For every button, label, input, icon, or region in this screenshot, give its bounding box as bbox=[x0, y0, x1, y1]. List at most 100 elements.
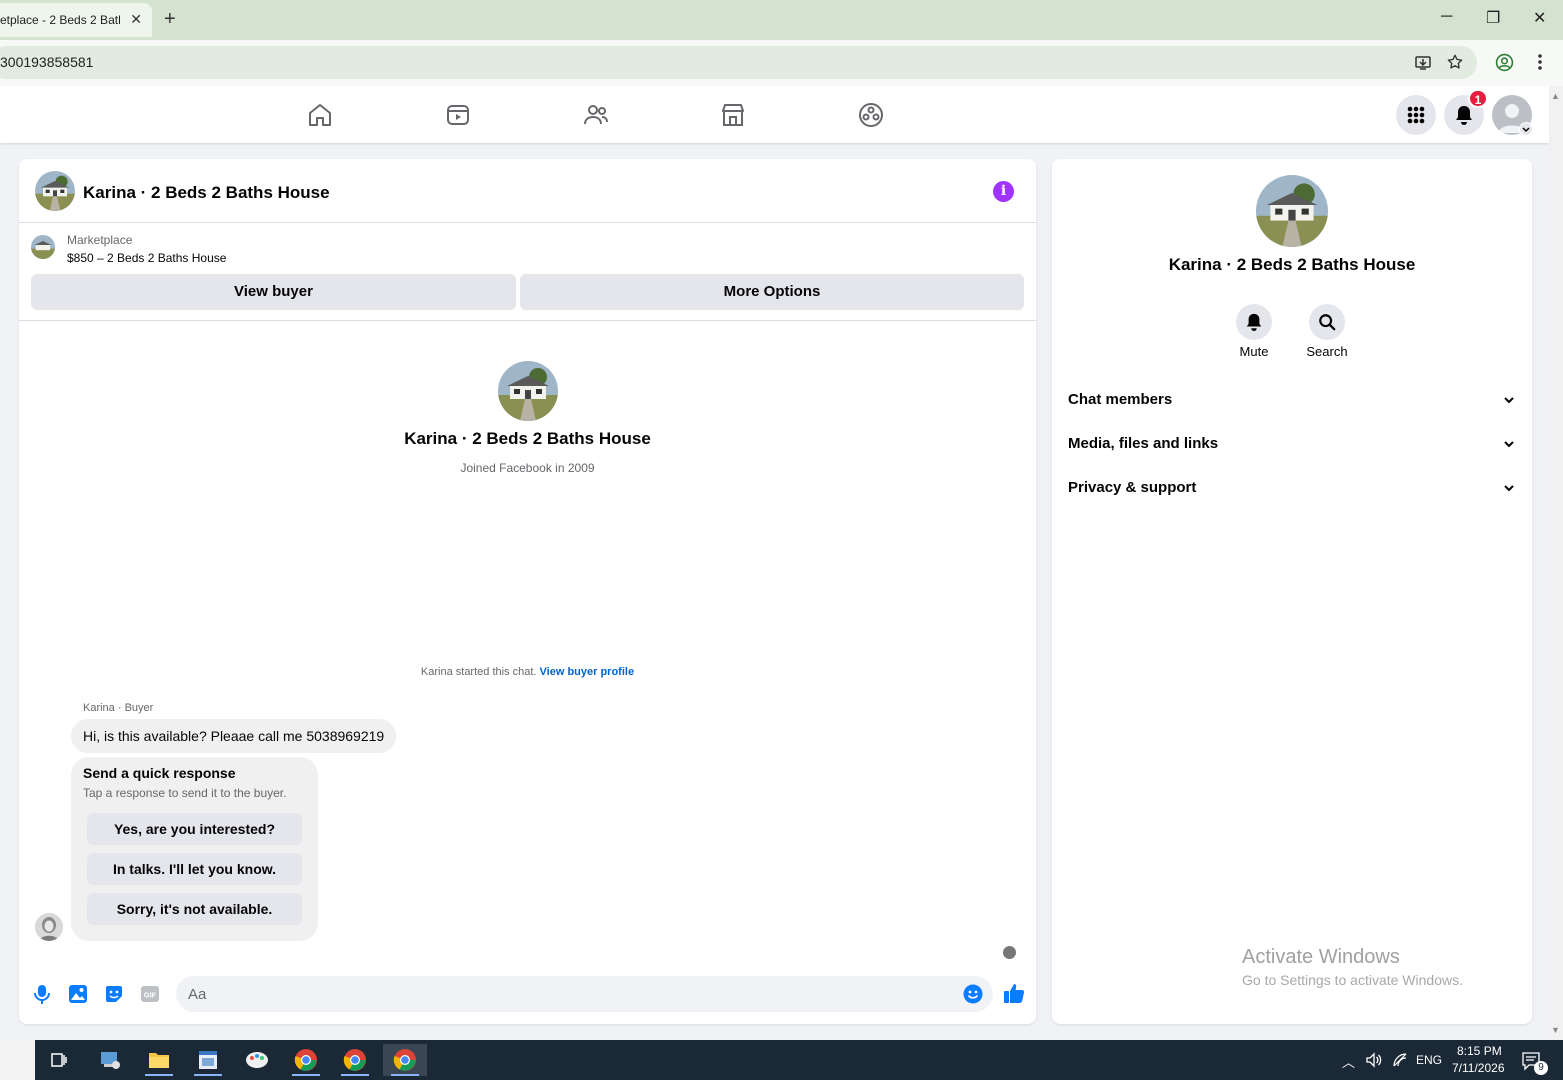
accordion-chat-members[interactable]: Chat members bbox=[1068, 391, 1516, 415]
seen-indicator-avatar bbox=[1003, 946, 1016, 959]
house-photo-icon bbox=[498, 361, 558, 421]
search-button[interactable] bbox=[1309, 304, 1345, 340]
home-icon[interactable] bbox=[306, 101, 334, 129]
activate-windows-subtitle: Go to Settings to activate Windows. bbox=[1242, 972, 1463, 988]
volume-icon[interactable] bbox=[1365, 1052, 1383, 1068]
groups-icon[interactable] bbox=[582, 101, 610, 129]
search-icon bbox=[1319, 314, 1336, 331]
house-photo-icon bbox=[35, 171, 75, 211]
watch-icon[interactable] bbox=[444, 101, 472, 129]
menu-icon[interactable] bbox=[1537, 53, 1543, 71]
taskbar-start-area[interactable] bbox=[0, 1040, 35, 1080]
buyer-photo-icon bbox=[35, 913, 63, 941]
chrome-icon[interactable] bbox=[288, 1044, 324, 1076]
running-indicator bbox=[292, 1074, 320, 1076]
gaming-icon[interactable] bbox=[857, 101, 885, 129]
scrollbar[interactable] bbox=[1549, 86, 1563, 1039]
apps-grid-icon bbox=[1407, 106, 1425, 124]
like-icon[interactable] bbox=[1002, 981, 1026, 1005]
restore-button[interactable]: ❐ bbox=[1486, 8, 1500, 28]
profile-icon[interactable] bbox=[1495, 53, 1514, 72]
chrome-icon[interactable] bbox=[337, 1044, 373, 1076]
message-input[interactable]: Aa bbox=[176, 976, 993, 1012]
running-indicator bbox=[145, 1074, 173, 1076]
new-tab-button[interactable]: + bbox=[164, 8, 176, 30]
app-window-icon[interactable] bbox=[190, 1044, 226, 1076]
listing-name[interactable]: $850 – 2 Beds 2 Baths House bbox=[67, 251, 226, 265]
chat-started-text: Karina started this chat. bbox=[420, 666, 540, 678]
url-text[interactable]: 300193858581 bbox=[0, 54, 93, 70]
chat-started-notice: Karina started this chat. View buyer pro… bbox=[19, 666, 1036, 678]
clock-time[interactable]: 8:15 PM bbox=[1457, 1044, 1502, 1058]
buyer-avatar[interactable] bbox=[35, 913, 63, 941]
side-avatar[interactable] bbox=[1256, 175, 1328, 247]
image-icon[interactable] bbox=[67, 983, 89, 1005]
info-icon[interactable]: i bbox=[993, 181, 1014, 202]
quick-response-option[interactable]: In talks. I'll let you know. bbox=[87, 853, 302, 885]
browser-tab[interactable]: etplace - 2 Beds 2 Bath ✕ bbox=[0, 3, 152, 37]
intro-joined: Joined Facebook in 2009 bbox=[460, 461, 595, 475]
chevron-down-icon bbox=[1504, 485, 1514, 492]
mute-button[interactable] bbox=[1236, 304, 1272, 340]
account-chevron-icon[interactable] bbox=[1519, 122, 1533, 136]
running-indicator bbox=[194, 1074, 222, 1076]
network-icon[interactable] bbox=[1392, 1052, 1408, 1068]
clock-date[interactable]: 7/11/2026 bbox=[1452, 1061, 1505, 1075]
bell-icon bbox=[1456, 106, 1472, 125]
app-icon[interactable] bbox=[92, 1044, 128, 1076]
minimize-button[interactable]: ─ bbox=[1441, 8, 1452, 26]
language-indicator[interactable]: ENG bbox=[1416, 1053, 1442, 1067]
view-buyer-profile-link[interactable]: View buyer profile bbox=[540, 666, 635, 678]
scroll-up-icon[interactable]: ▲ bbox=[1551, 91, 1560, 101]
listing-category: Marketplace bbox=[67, 233, 133, 247]
more-options-button[interactable]: More Options bbox=[520, 274, 1024, 310]
view-buyer-button[interactable]: View buyer bbox=[31, 274, 516, 310]
house-photo-icon bbox=[31, 235, 55, 259]
chat-panel: Karina · 2 Beds 2 Baths House i Marketpl… bbox=[19, 159, 1036, 1024]
running-indicator bbox=[391, 1074, 419, 1076]
apps-grid-button[interactable] bbox=[1396, 95, 1436, 135]
sticker-icon[interactable] bbox=[103, 983, 125, 1005]
star-icon[interactable] bbox=[1446, 53, 1464, 71]
chat-header: Karina · 2 Beds 2 Baths House i bbox=[19, 159, 1036, 223]
conversation-details-panel: Karina · 2 Beds 2 Baths House Mute Searc… bbox=[1052, 159, 1532, 1024]
listing-thumbnail[interactable] bbox=[31, 235, 55, 259]
mute-label: Mute bbox=[1239, 344, 1269, 359]
marketplace-icon[interactable] bbox=[719, 101, 747, 129]
browser-tab-bar: etplace - 2 Beds 2 Bath ✕ + ─ ❐ ✕ bbox=[0, 0, 1563, 40]
facebook-top-nav bbox=[0, 86, 1549, 143]
file-explorer-icon[interactable] bbox=[141, 1044, 177, 1076]
microphone-icon[interactable] bbox=[31, 983, 53, 1005]
chrome-icon[interactable] bbox=[383, 1044, 427, 1076]
chevron-down-icon bbox=[1504, 397, 1514, 404]
gif-label: GIF bbox=[144, 991, 157, 1000]
tray-chevron-up-icon[interactable]: ︿ bbox=[1342, 1052, 1355, 1071]
message-bubble[interactable]: Hi, is this available? Pleaae call me 50… bbox=[71, 719, 397, 753]
address-bar-row: 300193858581 bbox=[0, 40, 1563, 86]
search-label: Search bbox=[1306, 344, 1348, 359]
emoji-icon[interactable] bbox=[963, 984, 983, 1004]
tab-title: etplace - 2 Beds 2 Bath bbox=[0, 13, 120, 27]
chat-title: Karina · 2 Beds 2 Baths House bbox=[83, 183, 330, 202]
house-photo-icon bbox=[1256, 175, 1328, 247]
task-view-icon[interactable] bbox=[41, 1044, 77, 1076]
tab-close-icon[interactable]: ✕ bbox=[130, 11, 142, 28]
accordion-label: Privacy & support bbox=[1068, 479, 1197, 496]
chevron-down-icon bbox=[1504, 441, 1514, 448]
bell-icon bbox=[1246, 313, 1262, 331]
accordion-media-files-links[interactable]: Media, files and links bbox=[1068, 435, 1516, 459]
message-input-placeholder: Aa bbox=[188, 986, 207, 1003]
running-indicator bbox=[341, 1074, 369, 1076]
quick-response-option[interactable]: Yes, are you interested? bbox=[87, 813, 302, 845]
intro-name: Karina · 2 Beds 2 Baths House bbox=[404, 429, 651, 448]
close-window-button[interactable]: ✕ bbox=[1533, 8, 1546, 28]
chat-avatar[interactable] bbox=[35, 171, 75, 211]
omnibox[interactable]: 300193858581 bbox=[0, 46, 1477, 79]
install-icon[interactable] bbox=[1414, 54, 1432, 72]
quick-response-card: Send a quick response Tap a response to … bbox=[71, 757, 318, 941]
gif-icon[interactable]: GIF bbox=[139, 983, 161, 1005]
accordion-privacy-support[interactable]: Privacy & support bbox=[1068, 479, 1516, 503]
paint-icon[interactable] bbox=[239, 1044, 275, 1076]
quick-response-option[interactable]: Sorry, it's not available. bbox=[87, 893, 302, 925]
scroll-down-icon[interactable]: ▼ bbox=[1551, 1025, 1560, 1035]
